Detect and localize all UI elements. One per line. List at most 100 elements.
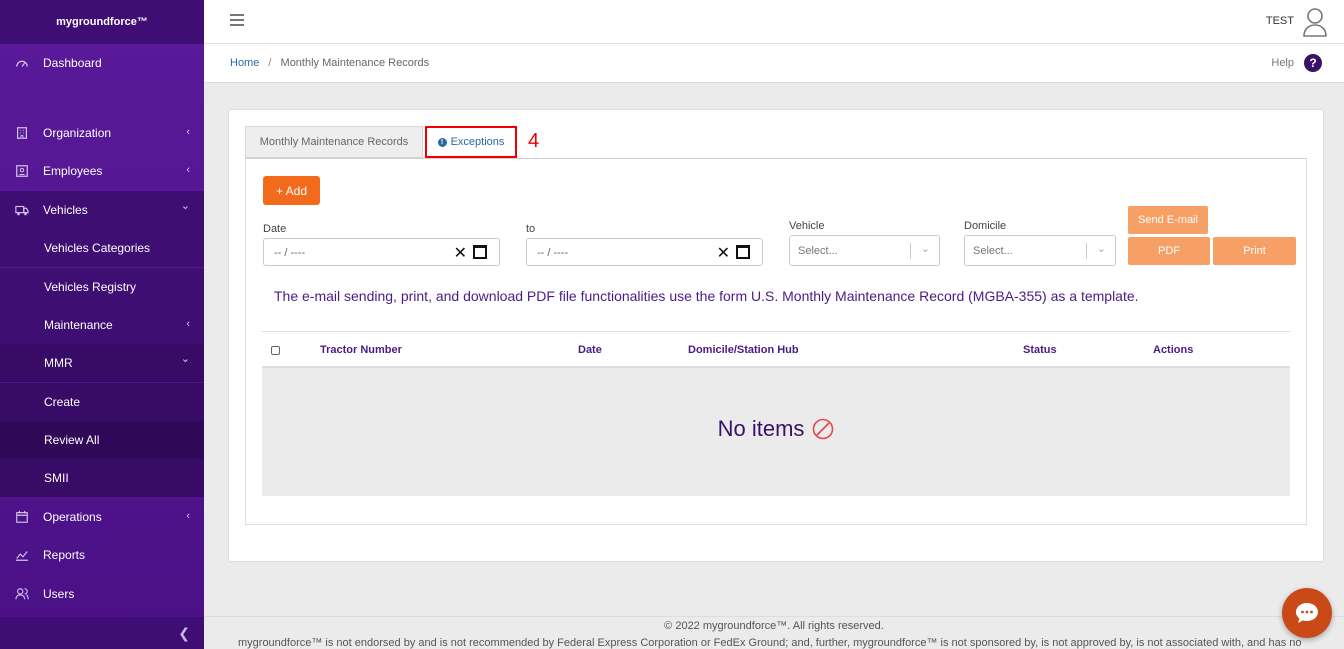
select-separator <box>910 243 911 259</box>
sidebar-item-vehicles-registry[interactable]: Vehicles Registry <box>0 268 204 306</box>
column-domicile-station-hub[interactable]: Domicile/Station Hub <box>688 344 799 356</box>
chevron-down-icon: ⌄ <box>920 243 930 255</box>
sidebar-item-label: SMII <box>44 471 69 485</box>
sidebar-item-label: MMR <box>44 356 73 370</box>
sidebar-item-employees[interactable]: Employees ‹ <box>0 152 204 190</box>
add-button[interactable]: + Add <box>263 176 320 205</box>
sidebar-item-smii[interactable]: SMII <box>0 459 204 497</box>
domicile-label: Domicile <box>964 220 1007 232</box>
breadcrumb: Home / Monthly Maintenance Records <box>230 57 429 69</box>
tab-monthly-maintenance-records[interactable]: Monthly Maintenance Records <box>245 126 423 158</box>
footer-copyright: © 2022 mygroundforce™. All rights reserv… <box>664 620 884 632</box>
sidebar-item-label: Maintenance <box>44 318 113 332</box>
sidebar-item-label: Users <box>43 587 75 601</box>
clear-icon[interactable]: ✕ <box>454 243 467 263</box>
date-from-placeholder: -- / ---- <box>274 247 306 259</box>
tab-panel: + Add Date -- / ---- ✕ to -- / ---- ✕ Ve… <box>245 158 1307 525</box>
footer-disclaimer: mygroundforce™ is not endorsed by and is… <box>238 637 1302 649</box>
empty-state: No items <box>262 368 1290 496</box>
tab-exceptions[interactable]: ! Exceptions <box>425 126 517 158</box>
truck-icon <box>14 203 30 217</box>
sidebar-item-label: Employees <box>43 164 103 178</box>
column-tractor-number[interactable]: Tractor Number <box>320 344 402 356</box>
id-card-icon <box>14 164 30 178</box>
sidebar-footer: ❮ <box>0 617 204 649</box>
sidebar-item-vehicles-categories[interactable]: Vehicles Categories <box>0 229 204 267</box>
column-actions: Actions <box>1153 344 1194 356</box>
annotation-number: 4 <box>528 130 540 152</box>
help-icon[interactable]: ? <box>1304 54 1322 72</box>
calendar-icon[interactable] <box>736 245 750 259</box>
user-avatar-icon[interactable] <box>1302 7 1328 37</box>
collapse-sidebar-icon[interactable]: ❮ <box>178 625 190 642</box>
chevron-left-icon: ‹ <box>186 510 190 522</box>
help-label: Help <box>1271 57 1294 69</box>
vehicle-label: Vehicle <box>789 220 825 232</box>
select-separator <box>1086 243 1087 259</box>
user-name[interactable]: TEST <box>1266 15 1294 27</box>
chevron-left-icon: ‹ <box>186 126 190 138</box>
empty-message: No items <box>717 416 805 441</box>
sidebar-item-label: Vehicles Categories <box>44 241 151 255</box>
sidebar-item-dashboard[interactable]: Dashboard <box>0 44 204 82</box>
prohibited-icon <box>813 418 834 440</box>
main-card: Monthly Maintenance Records ! Exceptions… <box>228 109 1324 562</box>
sidebar-item-label: Reports <box>43 548 86 562</box>
column-status[interactable]: Status <box>1023 344 1057 356</box>
breadcrumb-separator: / <box>268 57 272 69</box>
sidebar-item-label: Operations <box>43 510 102 524</box>
sidebar-item-reports[interactable]: Reports <box>0 536 204 574</box>
users-icon <box>14 587 30 601</box>
chevron-left-icon: ‹ <box>186 164 190 176</box>
sidebar-item-operations[interactable]: Operations ‹ <box>0 498 204 536</box>
tab-exceptions-label: Exceptions <box>450 136 505 148</box>
select-all-checkbox[interactable] <box>271 346 280 355</box>
breadcrumb-home-link[interactable]: Home <box>230 57 259 69</box>
calendar-icon <box>14 510 30 524</box>
sidebar-item-create[interactable]: Create <box>0 383 204 421</box>
sidebar-item-label: Review All <box>44 433 100 447</box>
chart-line-icon <box>14 548 30 562</box>
column-date[interactable]: Date <box>578 344 602 356</box>
date-to-placeholder: -- / ---- <box>537 247 569 259</box>
date-to-input[interactable]: -- / ---- ✕ <box>526 238 763 266</box>
domicile-select[interactable]: Select... ⌄ <box>964 235 1116 266</box>
help-link[interactable]: Help ? <box>1271 54 1322 72</box>
chevron-down-icon: ⌄ <box>1096 243 1106 255</box>
breadcrumb-current: Monthly Maintenance Records <box>280 57 430 69</box>
hamburger-menu-icon[interactable] <box>230 14 244 26</box>
date-from-input[interactable]: -- / ---- ✕ <box>263 238 500 266</box>
vehicle-select-placeholder: Select... <box>798 245 838 257</box>
sidebar-item-maintenance[interactable]: Maintenance ‹ <box>0 306 204 344</box>
sidebar: mygroundforce™ Dashboard Organization ‹ … <box>0 0 204 649</box>
sidebar-item-mmr[interactable]: MMR ⌄ <box>0 344 204 382</box>
sidebar-item-label: Organization <box>43 126 112 140</box>
sidebar-item-label: Vehicles Registry <box>44 280 137 294</box>
breadcrumb-bar: Home / Monthly Maintenance Records Help … <box>204 44 1344 83</box>
chevron-down-icon: ⌄ <box>180 353 190 365</box>
sidebar-item-users[interactable]: Users <box>0 575 204 613</box>
sidebar-item-label: Vehicles <box>43 203 88 217</box>
domicile-select-placeholder: Select... <box>973 245 1013 257</box>
table-header: Tractor Number Date Domicile/Station Hub… <box>262 331 1290 368</box>
chevron-left-icon: ‹ <box>186 318 190 330</box>
top-bar: TEST <box>204 0 1344 44</box>
chat-bubble-icon <box>1296 603 1318 623</box>
sidebar-item-vehicles[interactable]: Vehicles ⌄ <box>0 191 204 229</box>
sidebar-item-review-all[interactable]: Review All <box>0 421 204 459</box>
info-message: The e-mail sending, print, and download … <box>274 288 1139 304</box>
brand-logo[interactable]: mygroundforce™ <box>0 0 204 44</box>
calendar-icon[interactable] <box>473 245 487 259</box>
sidebar-item-organization[interactable]: Organization ‹ <box>0 114 204 152</box>
building-icon <box>14 126 30 140</box>
info-icon: ! <box>437 137 447 147</box>
footer: © 2022 mygroundforce™. All rights reserv… <box>204 616 1344 649</box>
to-label: to <box>526 223 536 235</box>
chevron-down-icon: ⌄ <box>180 200 190 212</box>
send-email-button[interactable]: Send E-mail <box>1128 206 1208 234</box>
pdf-button[interactable]: PDF <box>1128 237 1210 265</box>
vehicle-select[interactable]: Select... ⌄ <box>789 235 940 266</box>
clear-icon[interactable]: ✕ <box>717 243 730 263</box>
print-button[interactable]: Print <box>1213 237 1296 265</box>
chat-button[interactable] <box>1282 588 1332 638</box>
